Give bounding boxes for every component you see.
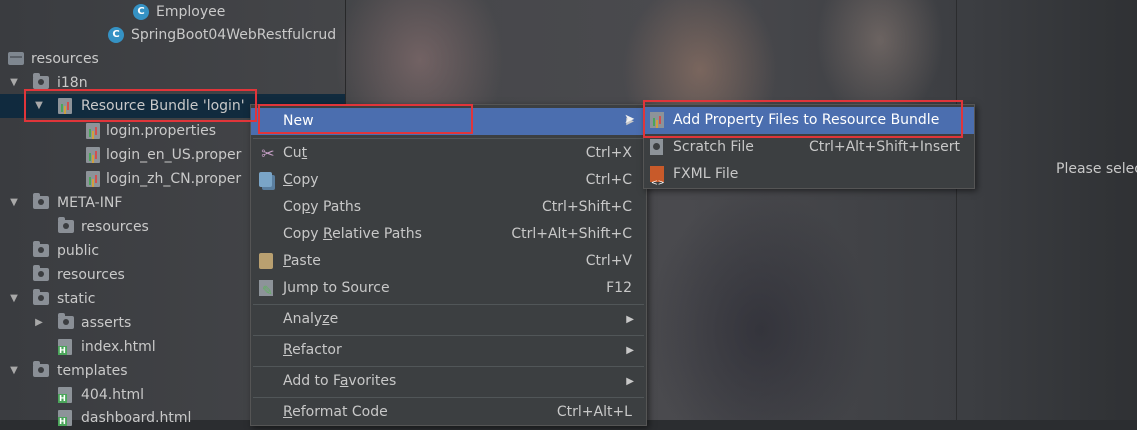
menu-item-copy[interactable]: Copy Ctrl+C bbox=[251, 167, 646, 194]
menu-separator bbox=[253, 335, 644, 336]
submenu-item-label: FXML File bbox=[673, 166, 739, 182]
properties-file-icon bbox=[86, 171, 100, 187]
menu-item-reformat-code[interactable]: Reformat Code Ctrl+Alt+L bbox=[251, 399, 646, 426]
menu-item-label: Reformat Code bbox=[283, 404, 388, 420]
spring-boot-class-icon: C bbox=[108, 27, 124, 43]
tree-item-label: resources bbox=[81, 219, 149, 235]
scratch-file-icon bbox=[650, 139, 663, 155]
menu-item-jump-to-source[interactable]: Jump to Source F12 bbox=[251, 275, 646, 305]
html-file-icon bbox=[58, 339, 72, 355]
menu-item-label: Jump to Source bbox=[283, 280, 390, 296]
tree-item-label: templates bbox=[57, 363, 128, 379]
menu-item-shortcut: Ctrl+V bbox=[585, 253, 632, 269]
highlight-box-resource-bundle bbox=[24, 89, 257, 122]
tree-item-employee[interactable]: C Employee bbox=[0, 0, 345, 24]
submenu-item-fxml-file[interactable]: FXML File bbox=[644, 161, 974, 196]
folder-icon bbox=[33, 73, 49, 89]
folder-icon bbox=[33, 265, 49, 281]
class-icon: C bbox=[133, 4, 149, 20]
tree-item-label: static bbox=[57, 291, 96, 307]
tree-item-label: SpringBoot04WebRestfulcrud bbox=[131, 27, 337, 43]
highlight-box-add-property-files bbox=[643, 100, 963, 138]
tree-item-label: 404.html bbox=[81, 387, 145, 403]
menu-item-shortcut: Ctrl+Alt+Shift+C bbox=[511, 226, 632, 242]
html-file-icon bbox=[58, 410, 72, 426]
menu-item-shortcut: Ctrl+Shift+C bbox=[542, 199, 632, 215]
tree-item-label: login.properties bbox=[106, 123, 216, 139]
submenu-item-scratch-file[interactable]: Scratch File Ctrl+Alt+Shift+Insert bbox=[644, 134, 974, 161]
menu-item-label: Copy bbox=[283, 172, 319, 188]
menu-separator bbox=[253, 366, 644, 367]
expand-arrow-icon[interactable]: ▼ bbox=[8, 287, 20, 311]
menu-item-label: Analyze bbox=[283, 311, 339, 327]
paste-icon bbox=[259, 253, 273, 269]
mouse-cursor-icon: ➤ bbox=[624, 112, 635, 127]
menu-item-paste[interactable]: Paste Ctrl+V bbox=[251, 248, 646, 275]
submenu-item-shortcut: Ctrl+Alt+Shift+Insert bbox=[808, 139, 960, 155]
folder-icon bbox=[33, 193, 49, 209]
folder-icon bbox=[58, 313, 74, 329]
resources-folder-icon bbox=[8, 52, 24, 65]
menu-item-analyze[interactable]: Analyze ▶ bbox=[251, 306, 646, 333]
collapse-arrow-icon[interactable]: ▶ bbox=[33, 311, 45, 335]
fxml-file-icon bbox=[650, 166, 664, 196]
submenu-item-label: Scratch File bbox=[673, 139, 754, 155]
tree-item-resources-root[interactable]: resources bbox=[0, 47, 345, 71]
menu-item-copy-paths[interactable]: Copy Paths Ctrl+Shift+C bbox=[251, 194, 646, 221]
panel-divider bbox=[956, 0, 957, 420]
expand-arrow-icon[interactable]: ▼ bbox=[8, 191, 20, 215]
menu-item-label: Paste bbox=[283, 253, 321, 269]
properties-file-icon bbox=[86, 147, 100, 163]
menu-separator bbox=[253, 304, 644, 305]
tree-item-label: resources bbox=[31, 51, 99, 67]
html-file-icon bbox=[58, 387, 72, 403]
tree-item-label: META-INF bbox=[57, 195, 123, 211]
menu-separator bbox=[253, 138, 644, 139]
submenu-arrow-icon: ▶ bbox=[626, 345, 634, 356]
menu-item-shortcut: F12 bbox=[606, 280, 632, 296]
scissors-icon: ✂ bbox=[261, 144, 275, 163]
properties-file-icon bbox=[86, 123, 100, 139]
submenu-arrow-icon: ▶ bbox=[626, 314, 634, 325]
tree-item-label: dashboard.html bbox=[81, 410, 192, 426]
tree-item-label: login_zh_CN.proper bbox=[106, 171, 242, 187]
menu-item-label: Cut bbox=[283, 145, 308, 161]
menu-separator bbox=[253, 397, 644, 398]
tree-item-label: Employee bbox=[156, 4, 226, 20]
menu-item-label: Copy Relative Paths bbox=[283, 226, 422, 242]
menu-item-add-to-favorites[interactable]: Add to Favorites ▶ bbox=[251, 368, 646, 395]
expand-arrow-icon[interactable]: ▼ bbox=[8, 71, 20, 95]
tree-item-label: asserts bbox=[81, 315, 132, 331]
tree-item-label: login_en_US.proper bbox=[106, 147, 242, 163]
context-menu[interactable]: New ▶ ✂ Cut Ctrl+X Copy Ctrl+C Copy Path… bbox=[250, 104, 647, 426]
menu-item-label: Refactor bbox=[283, 342, 342, 358]
editor-empty-hint: Please selec bbox=[1056, 161, 1137, 177]
folder-icon bbox=[33, 361, 49, 377]
folder-icon bbox=[58, 217, 74, 233]
menu-item-label: Add to Favorites bbox=[283, 373, 397, 389]
copy-icon bbox=[259, 172, 272, 187]
menu-item-shortcut: Ctrl+C bbox=[585, 172, 632, 188]
menu-item-copy-relative-paths[interactable]: Copy Relative Paths Ctrl+Alt+Shift+C bbox=[251, 221, 646, 248]
menu-item-label: Copy Paths bbox=[283, 199, 362, 215]
highlight-box-new bbox=[258, 104, 473, 134]
menu-item-shortcut: Ctrl+X bbox=[585, 145, 632, 161]
tree-item-springboot-app[interactable]: C SpringBoot04WebRestfulcrud bbox=[0, 23, 345, 47]
folder-icon bbox=[33, 289, 49, 305]
submenu-arrow-icon: ▶ bbox=[626, 376, 634, 387]
tree-item-label: index.html bbox=[81, 339, 156, 355]
expand-arrow-icon[interactable]: ▼ bbox=[8, 359, 20, 383]
jump-to-source-icon bbox=[259, 278, 273, 305]
folder-icon bbox=[33, 241, 49, 257]
menu-item-cut[interactable]: ✂ Cut Ctrl+X bbox=[251, 140, 646, 167]
menu-item-refactor[interactable]: Refactor ▶ bbox=[251, 337, 646, 364]
tree-item-label: resources bbox=[57, 267, 125, 283]
tree-item-label: public bbox=[57, 243, 100, 259]
menu-item-shortcut: Ctrl+Alt+L bbox=[556, 404, 632, 420]
